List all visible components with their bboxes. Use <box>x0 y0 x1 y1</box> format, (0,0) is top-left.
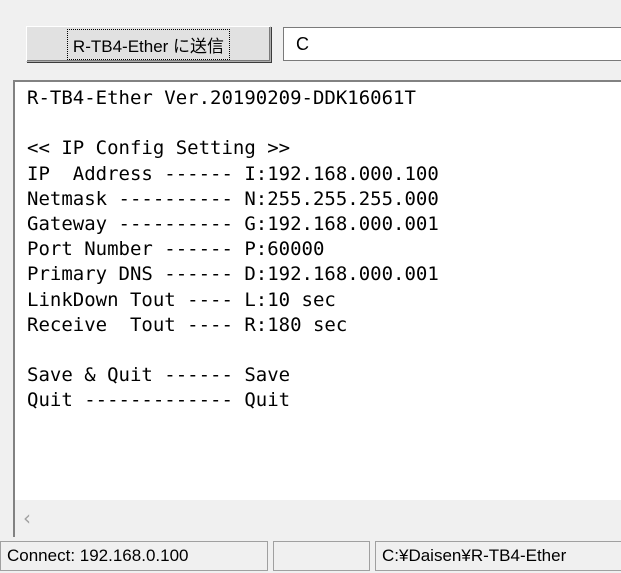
status-middle <box>273 541 370 571</box>
terminal-line: Netmask ---------- N:255.255.255.000 <box>27 187 439 210</box>
terminal-line: Port Number ------ P:60000 <box>27 238 325 261</box>
terminal-line: Primary DNS ------ D:192.168.000.001 <box>27 263 439 286</box>
status-path: C:¥Daisen¥R-TB4-Ether <box>375 541 621 571</box>
terminal-output[interactable]: R-TB4-Ether Ver.20190209-DDK16061T << IP… <box>13 80 621 537</box>
chevron-left-icon[interactable]: ‹ <box>23 507 43 529</box>
terminal-line: IP Address ------ I:192.168.000.100 <box>27 162 439 185</box>
status-bar: Connect: 192.168.0.100 C:¥Daisen¥R-TB4-E… <box>0 538 621 573</box>
terminal-line: Gateway ---------- G:192.168.000.001 <box>27 213 439 236</box>
send-button[interactable]: R-TB4-Ether に送信 <box>26 26 271 62</box>
horizontal-scrollbar[interactable]: ‹ <box>15 500 621 537</box>
status-connection: Connect: 192.168.0.100 <box>0 541 268 571</box>
send-button-label: R-TB4-Ether に送信 <box>66 28 231 60</box>
terminal-line: LinkDown Tout ---- L:10 sec <box>27 288 336 311</box>
terminal-line: Receive Tout ---- R:180 sec <box>27 313 348 336</box>
toolbar: R-TB4-Ether に送信 <box>0 0 621 80</box>
terminal-text: R-TB4-Ether Ver.20190209-DDK16061T << IP… <box>27 86 439 414</box>
terminal-line: Quit ------------- Quit <box>27 389 291 412</box>
command-input[interactable] <box>283 27 621 61</box>
terminal-line: Save & Quit ------ Save <box>27 364 291 387</box>
terminal-line: R-TB4-Ether Ver.20190209-DDK16061T <box>27 87 416 109</box>
terminal-line: << IP Config Setting >> <box>27 137 291 160</box>
